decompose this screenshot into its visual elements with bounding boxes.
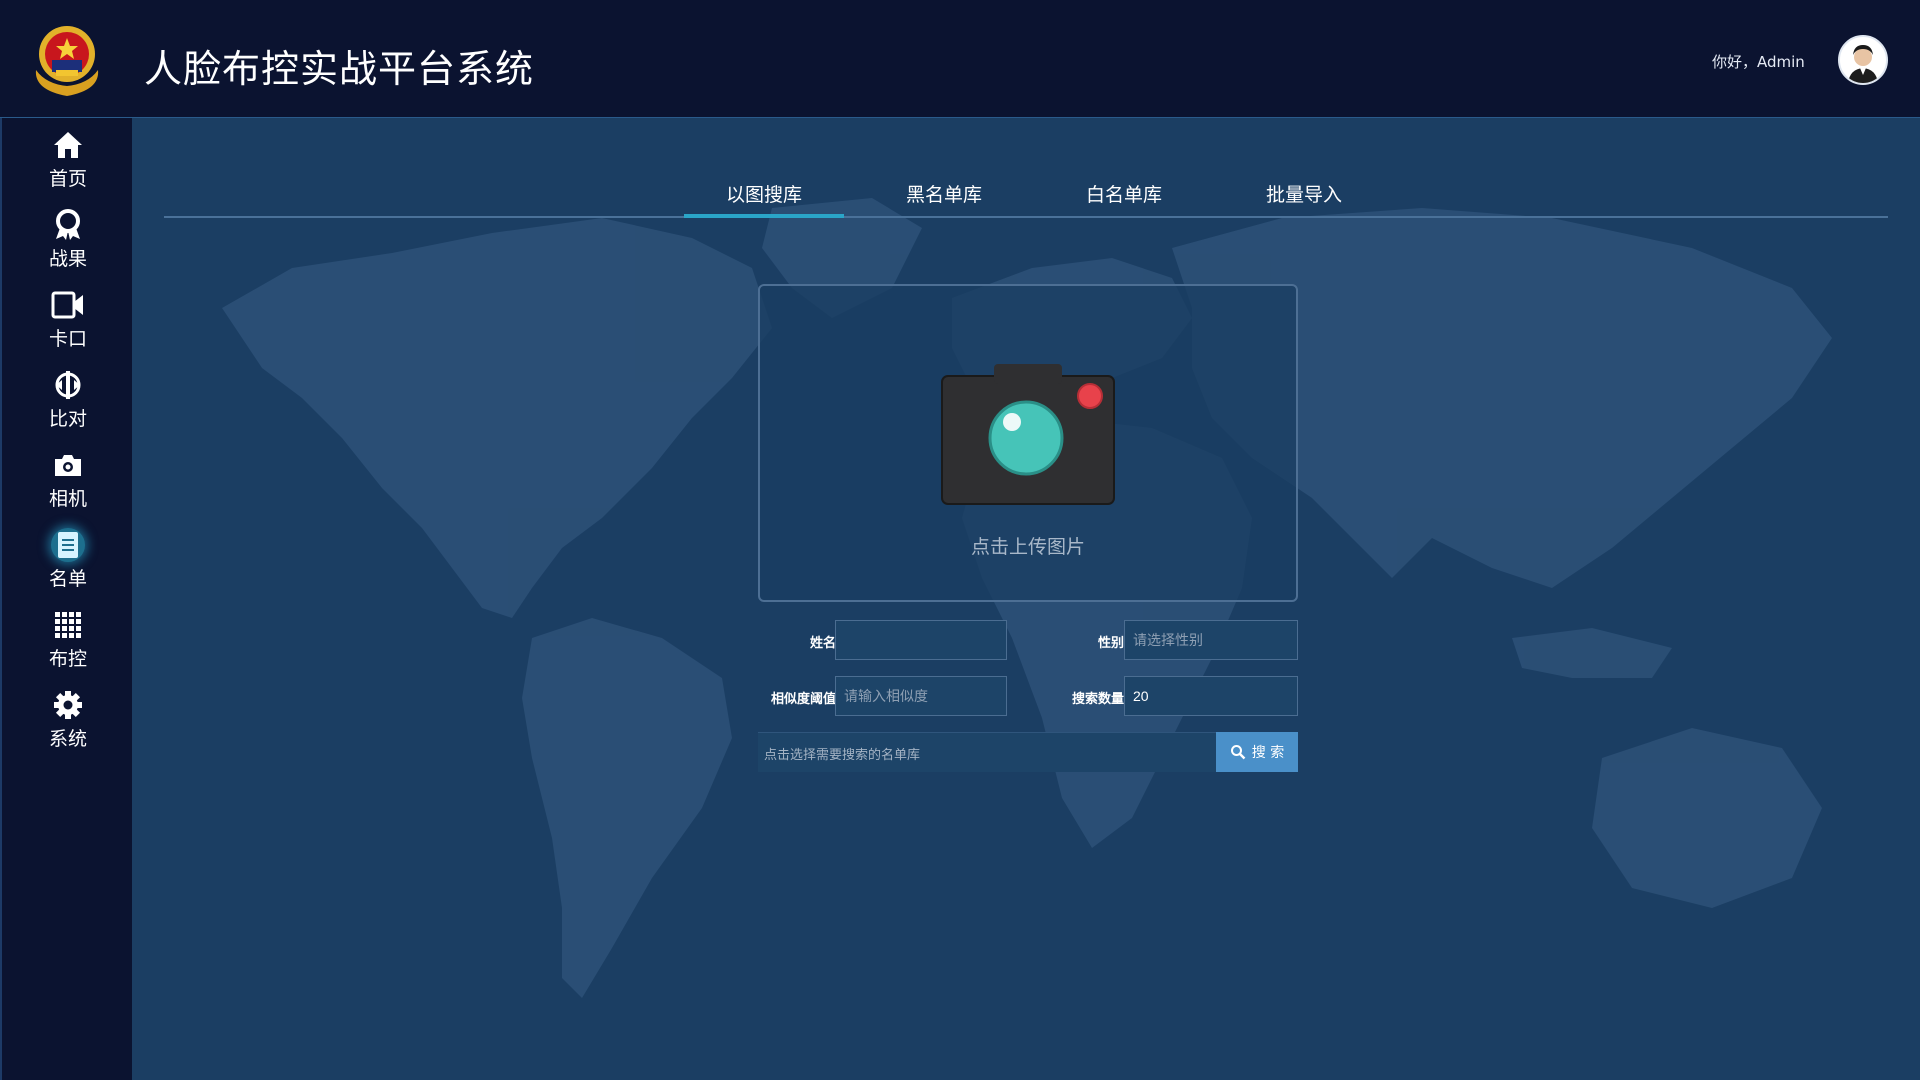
tab-bar: 以图搜库 黑名单库 白名单库 批量导入 <box>164 178 1888 218</box>
similarity-label: 相似度阈值 <box>770 692 836 707</box>
sidebar-item-list[interactable]: 名单 <box>2 528 134 602</box>
sidebar-item-compare[interactable]: 比对 <box>2 368 134 442</box>
avatar-face-icon <box>1848 45 1878 83</box>
sidebar-item-camera[interactable]: 相机 <box>2 448 134 522</box>
gender-select[interactable] <box>1124 620 1298 660</box>
count-label: 搜索数量 <box>1071 692 1124 707</box>
name-label: 姓名 <box>809 636 836 651</box>
sidebar-item-checkpoint[interactable]: 卡口 <box>2 288 134 362</box>
sidebar-item-label: 系统 <box>48 728 87 750</box>
sidebar-item-label: 卡口 <box>48 328 87 350</box>
sidebar-item-home[interactable]: 首页 <box>2 128 134 202</box>
search-button-label: 搜 索 <box>1251 745 1285 761</box>
sidebar-item-label: 首页 <box>48 168 87 190</box>
sidebar-item-label: 相机 <box>48 488 87 510</box>
image-upload-area[interactable]: 点击上传图片 <box>758 284 1298 602</box>
camera-upload-icon <box>941 364 1115 505</box>
sidebar-item-results[interactable]: 战果 <box>2 208 134 282</box>
app-title: 人脸布控实战平台系统 <box>144 47 535 91</box>
grid-icon <box>51 608 85 642</box>
upload-label: 点击上传图片 <box>970 536 1085 558</box>
name-field[interactable] <box>835 620 1007 660</box>
sidebar-item-surveillance[interactable]: 布控 <box>2 608 134 682</box>
sidebar-item-label: 战果 <box>48 248 87 270</box>
camera-icon <box>51 448 85 482</box>
compare-icon <box>51 368 85 402</box>
home-icon <box>51 128 85 162</box>
sidebar-item-label: 布控 <box>48 648 87 670</box>
tab-whitelist[interactable]: 白名单库 <box>1044 178 1204 218</box>
count-field[interactable] <box>1124 676 1298 716</box>
sidebar-item-label: 比对 <box>48 408 87 430</box>
gear-icon <box>51 688 85 722</box>
tab-batch-import[interactable]: 批量导入 <box>1224 178 1384 218</box>
top-header: 人脸布控实战平台系统 你好，Admin <box>0 0 1920 118</box>
police-emblem-icon <box>35 26 99 96</box>
user-avatar[interactable] <box>1838 35 1888 85</box>
sidebar-item-system[interactable]: 系统 <box>2 688 134 762</box>
gender-label: 性别 <box>1097 636 1124 651</box>
tab-blacklist[interactable]: 黑名单库 <box>864 178 1024 218</box>
sidebar-item-label: 名单 <box>48 568 87 590</box>
user-greeting: 你好，Admin <box>1712 53 1805 71</box>
library-hint: 点击选择需要搜索的名单库 <box>764 748 921 763</box>
sidebar-nav: 首页 战果 卡口 比对 相机 名单 布控 系统 <box>0 118 132 1080</box>
tab-image-search[interactable]: 以图搜库 <box>684 178 844 218</box>
search-button[interactable]: 搜 索 <box>1216 732 1298 772</box>
award-icon <box>51 208 85 242</box>
search-icon <box>1230 745 1246 760</box>
document-icon <box>51 528 85 562</box>
video-camera-icon <box>51 288 85 322</box>
similarity-field[interactable] <box>835 676 1007 716</box>
main-content: 以图搜库 黑名单库 白名单库 批量导入 点击上传图片 姓名 性别 相似度阈值 搜… <box>132 118 1920 1080</box>
